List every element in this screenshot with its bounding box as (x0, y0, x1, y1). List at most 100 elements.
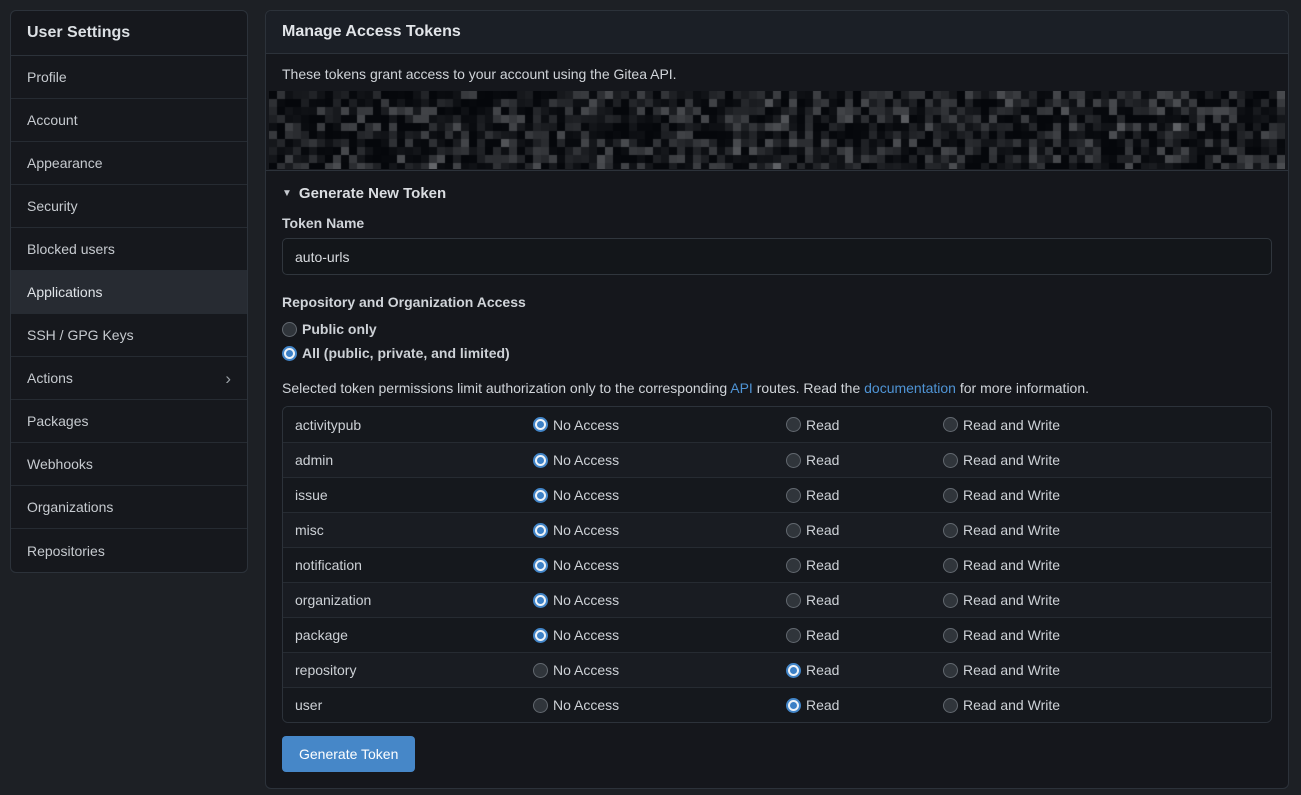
radio-checked-icon[interactable] (533, 558, 548, 573)
radio-unchecked-icon[interactable] (943, 488, 958, 503)
sidebar-item-profile[interactable]: Profile› (11, 56, 247, 99)
perm-misc-no-access[interactable]: No Access (533, 518, 619, 542)
perm-issue-read[interactable]: Read (786, 483, 839, 507)
perm-notification-no-access[interactable]: No Access (533, 553, 619, 577)
perm-user-read-and-write-label: Read and Write (963, 697, 1060, 713)
permission-scope-name: notification (283, 557, 533, 573)
perm-user-read[interactable]: Read (786, 693, 839, 717)
redacted-token-row (269, 91, 1285, 169)
radio-unchecked-icon[interactable] (786, 453, 801, 468)
perm-repository-read-and-write-label: Read and Write (963, 662, 1060, 678)
permission-row-notification: notificationNo Access Read Read and Write (283, 547, 1271, 582)
perm-organization-read-and-write[interactable]: Read and Write (943, 588, 1060, 612)
perm-package-no-access[interactable]: No Access (533, 623, 619, 647)
radio-unchecked-icon[interactable] (943, 417, 958, 432)
radio-unchecked-icon[interactable] (943, 523, 958, 538)
token-name-input[interactable] (282, 238, 1272, 275)
radio-unchecked-icon[interactable] (943, 558, 958, 573)
perm-misc-read-and-write[interactable]: Read and Write (943, 518, 1060, 542)
perm-repository-read[interactable]: Read (786, 658, 839, 682)
perm-admin-no-access[interactable]: No Access (533, 448, 619, 472)
perm-repository-read-and-write[interactable]: Read and Write (943, 658, 1060, 682)
perm-notification-read-and-write[interactable]: Read and Write (943, 553, 1060, 577)
radio-unchecked-icon[interactable] (786, 417, 801, 432)
sidebar-item-repositories[interactable]: Repositories› (11, 529, 247, 572)
perm-issue-no-access[interactable]: No Access (533, 483, 619, 507)
scope-option-public-only[interactable]: Public only (282, 317, 377, 341)
perm-organization-read[interactable]: Read (786, 588, 839, 612)
generate-new-token-title: Generate New Token (299, 185, 446, 202)
scope-option-all-public-private-and-limited[interactable]: All (public, private, and limited) (282, 341, 510, 365)
radio-checked-icon[interactable] (533, 523, 548, 538)
sidebar-item-organizations[interactable]: Organizations› (11, 486, 247, 529)
sidebar-item-actions[interactable]: Actions› (11, 357, 247, 400)
radio-checked-icon[interactable] (533, 628, 548, 643)
radio-checked-icon[interactable] (282, 346, 297, 361)
radio-unchecked-icon[interactable] (943, 593, 958, 608)
radio-unchecked-icon[interactable] (533, 698, 548, 713)
generate-new-token-summary[interactable]: ▼ Generate New Token (282, 185, 446, 202)
perm-activitypub-read-and-write[interactable]: Read and Write (943, 413, 1060, 437)
sidebar-item-appearance[interactable]: Appearance› (11, 142, 247, 185)
perm-activitypub-no-access[interactable]: No Access (533, 413, 619, 437)
radio-checked-icon[interactable] (533, 593, 548, 608)
radio-unchecked-icon[interactable] (786, 523, 801, 538)
radio-unchecked-icon[interactable] (786, 558, 801, 573)
radio-checked-icon[interactable] (786, 698, 801, 713)
perm-misc-read[interactable]: Read (786, 518, 839, 542)
radio-checked-icon[interactable] (786, 663, 801, 678)
radio-unchecked-icon[interactable] (943, 663, 958, 678)
permission-row-organization: organizationNo AccessReadRead and Write (283, 582, 1271, 617)
perm-user-read-label: Read (806, 697, 839, 713)
sidebar-item-account[interactable]: Account› (11, 99, 247, 142)
radio-dot (537, 562, 544, 569)
radio-unchecked-icon[interactable] (282, 322, 297, 337)
sidebar-item-label: Profile (27, 69, 67, 85)
radio-checked-icon[interactable] (533, 488, 548, 503)
note-text: for more information. (956, 380, 1089, 396)
sidebar-item-blocked-users[interactable]: Blocked users› (11, 228, 247, 271)
scope-option-public-only-label: Public only (302, 321, 377, 337)
sidebar-item-label: Applications (27, 284, 103, 300)
permission-row-repository: repositoryNo AccessReadRead and Write (283, 652, 1271, 687)
note-text: Selected token permissions limit authori… (282, 380, 730, 396)
perm-notification-read[interactable]: Read (786, 553, 839, 577)
sidebar-item-packages[interactable]: Packages› (11, 400, 247, 443)
radio-unchecked-icon[interactable] (943, 628, 958, 643)
scope-options: Public only All (public, private, and lim… (282, 317, 1272, 365)
perm-admin-read-and-write[interactable]: Read and Write (943, 448, 1060, 472)
perm-activitypub-no-access-label: No Access (553, 417, 619, 433)
sidebar-item-webhooks[interactable]: Webhooks› (11, 443, 247, 486)
sidebar-nav: Profile›Account›Appearance›Security›Bloc… (11, 56, 247, 572)
radio-unchecked-icon[interactable] (786, 628, 801, 643)
api-link[interactable]: API (730, 380, 753, 396)
generate-token-button[interactable]: Generate Token (282, 736, 415, 772)
radio-checked-icon[interactable] (533, 417, 548, 432)
radio-unchecked-icon[interactable] (533, 663, 548, 678)
perm-repository-read-label: Read (806, 662, 839, 678)
perm-user-no-access[interactable]: No Access (533, 693, 619, 717)
radio-unchecked-icon[interactable] (786, 488, 801, 503)
radio-unchecked-icon[interactable] (786, 593, 801, 608)
perm-activitypub-read[interactable]: Read (786, 413, 839, 437)
perm-package-read[interactable]: Read (786, 623, 839, 647)
perm-package-read-and-write[interactable]: Read and Write (943, 623, 1060, 647)
radio-unchecked-icon[interactable] (943, 453, 958, 468)
perm-user-read-and-write[interactable]: Read and Write (943, 693, 1060, 717)
radio-unchecked-icon[interactable] (943, 698, 958, 713)
perm-package-read-and-write-label: Read and Write (963, 627, 1060, 643)
permission-scope-name: issue (283, 487, 533, 503)
perm-repository-no-access[interactable]: No Access (533, 658, 619, 682)
perm-organization-no-access[interactable]: No Access (533, 588, 619, 612)
sidebar-item-security[interactable]: Security› (11, 185, 247, 228)
perm-issue-read-and-write[interactable]: Read and Write (943, 483, 1060, 507)
perm-admin-read-label: Read (806, 452, 839, 468)
sidebar-item-ssh-gpg-keys[interactable]: SSH / GPG Keys› (11, 314, 247, 357)
settings-page: User Settings Profile›Account›Appearance… (0, 0, 1301, 795)
perm-package-read-label: Read (806, 627, 839, 643)
sidebar-item-applications[interactable]: Applications› (11, 271, 247, 314)
documentation-link[interactable]: documentation (864, 380, 956, 396)
radio-checked-icon[interactable] (533, 453, 548, 468)
perm-admin-read[interactable]: Read (786, 448, 839, 472)
perm-organization-read-label: Read (806, 592, 839, 608)
